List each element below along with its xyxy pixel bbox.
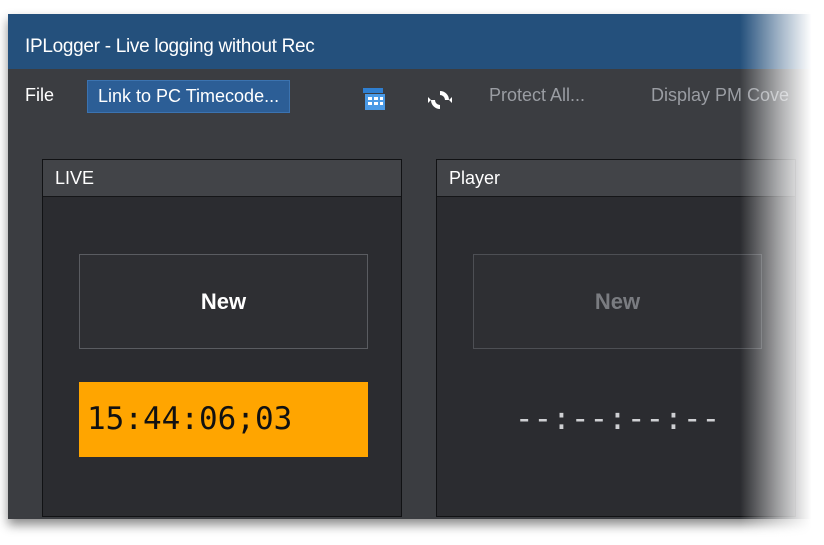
display-pm-menu[interactable]: Display PM Cove: [651, 80, 789, 110]
link-to-pc-timecode-button[interactable]: Link to PC Timecode...: [87, 80, 291, 113]
protect-all-menu[interactable]: Protect All...: [489, 80, 585, 110]
calendar-icon[interactable]: [362, 87, 388, 116]
menu-file[interactable]: File: [25, 80, 54, 110]
live-new-button[interactable]: New: [79, 254, 368, 349]
refresh-icon[interactable]: [428, 88, 452, 117]
player-new-button[interactable]: New: [473, 254, 762, 349]
player-panel: Player New --:--:--:--: [436, 159, 796, 517]
window-title: IPLogger - Live logging without Rec: [25, 36, 315, 57]
live-panel-title: LIVE: [43, 160, 401, 197]
player-timecode: --:--:--:--: [514, 401, 721, 437]
title-bar: IPLogger - Live logging without Rec: [8, 14, 824, 69]
live-panel: LIVE New 15:44:06;03: [42, 159, 402, 517]
menu-bar: File Link to PC Timecode... Protect All.…: [8, 69, 824, 119]
live-timecode: 15:44:06;03: [79, 382, 368, 457]
player-panel-title: Player: [437, 160, 795, 197]
app-window: IPLogger - Live logging without Rec File…: [8, 14, 824, 519]
